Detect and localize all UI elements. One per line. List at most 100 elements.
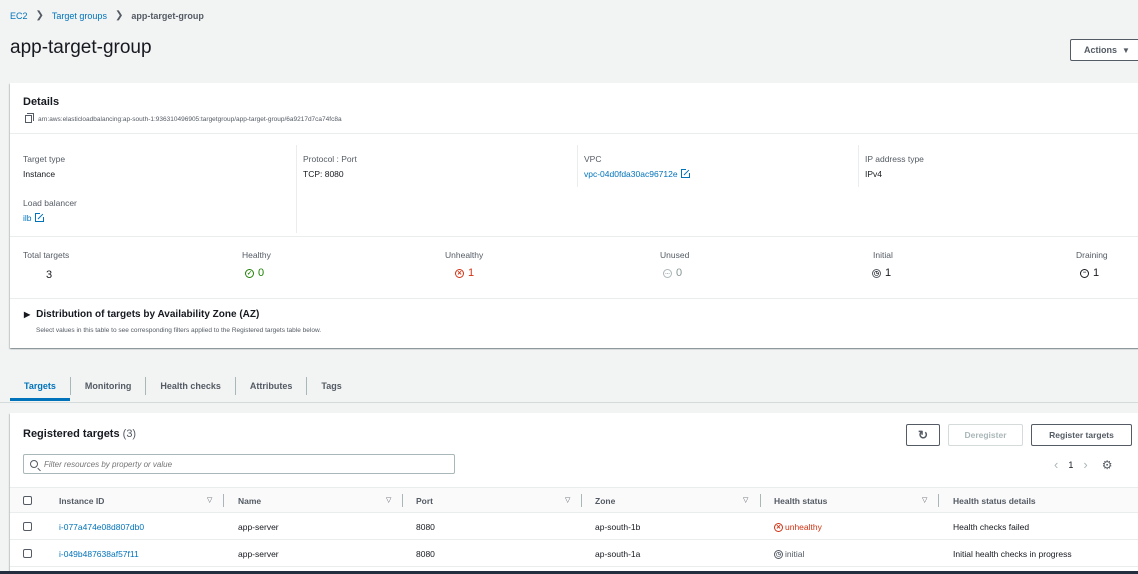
col-health-status[interactable]: Health status <box>774 496 827 506</box>
search-box <box>23 454 455 474</box>
external-link-icon <box>680 168 691 178</box>
col-health-status-details[interactable]: Health status details <box>953 496 1036 506</box>
divider <box>296 145 297 233</box>
gear-icon[interactable]: ⚙ <box>1102 458 1113 472</box>
initial-count: 1 <box>885 267 892 279</box>
healthy-label: Healthy <box>242 250 271 260</box>
actions-label: Actions <box>1084 45 1118 55</box>
row-checkbox[interactable] <box>23 522 32 531</box>
protocol-value: TCP: 8080 <box>303 169 344 179</box>
vpc-id[interactable]: vpc-04d0fda30ac96712e <box>584 169 678 179</box>
deregister-button[interactable]: Deregister <box>948 424 1023 446</box>
caret-down-icon: ▼ <box>1122 45 1130 55</box>
unused-count: 0 <box>676 267 683 279</box>
breadcrumb: EC2 ❯ Target groups ❯ app-target-group <box>10 10 204 21</box>
external-link-icon <box>34 212 45 222</box>
healthy-filter[interactable]: ✓ 0 <box>245 267 264 279</box>
sort-icon[interactable]: ▽ <box>207 496 212 504</box>
active-tab-indicator <box>10 398 70 401</box>
actions-button[interactable]: Actions ▼ <box>1070 39 1138 61</box>
table-row[interactable]: i-049b487638af57f11 app-server 8080 ap-s… <box>10 540 1138 567</box>
register-targets-button[interactable]: Register targets <box>1031 424 1132 446</box>
registered-targets-heading: Registered targets (3) <box>23 428 136 440</box>
initial-filter[interactable]: ◷ 1 <box>872 267 891 279</box>
page-title: app-target-group <box>10 37 152 58</box>
sort-icon[interactable]: ▽ <box>565 496 570 504</box>
col-zone[interactable]: Zone <box>595 496 615 506</box>
divider <box>858 145 859 187</box>
copy-icon[interactable] <box>25 113 34 123</box>
check-circle-icon: ✓ <box>245 268 254 278</box>
tab-attributes[interactable]: Attributes <box>234 377 307 395</box>
col-instance-id[interactable]: Instance ID <box>59 496 104 506</box>
instance-name: app-server <box>238 549 279 559</box>
registered-targets-title: Registered targets <box>23 428 120 440</box>
vpc-label: VPC <box>584 154 602 164</box>
az-distribution-description: Select values in this table to see corre… <box>36 327 322 334</box>
column-resizer[interactable] <box>581 494 582 507</box>
unhealthy-filter[interactable]: ✕ 1 <box>455 267 474 279</box>
table-header: Instance ID ▽ Name ▽ Port ▽ Zone ▽ Healt… <box>10 487 1138 513</box>
sort-icon[interactable]: ▽ <box>743 496 748 504</box>
draining-filter[interactable]: − 1 <box>1080 267 1099 279</box>
instance-port: 8080 <box>416 549 435 559</box>
column-resizer[interactable] <box>938 494 939 507</box>
unhealthy-count: 1 <box>468 267 475 279</box>
previous-page-icon[interactable]: ‹ <box>1054 457 1058 472</box>
refresh-icon: ↻ <box>917 428 929 442</box>
col-port[interactable]: Port <box>416 496 433 506</box>
refresh-button[interactable]: ↻ <box>906 424 940 446</box>
ip-type-value: IPv4 <box>865 169 883 179</box>
unused-filter[interactable]: … 0 <box>663 267 682 279</box>
search-icon <box>30 460 38 468</box>
col-name[interactable]: Name <box>238 496 261 506</box>
divider <box>577 145 578 187</box>
breadcrumb-ec2-link[interactable]: EC2 <box>10 11 28 21</box>
az-distribution-title: Distribution of targets by Availability … <box>36 309 260 320</box>
search-input[interactable] <box>44 459 444 469</box>
vpc-link[interactable]: vpc-04d0fda30ac96712e <box>584 168 691 179</box>
unused-label: Unused <box>660 250 690 260</box>
total-count: 3 <box>46 269 53 281</box>
tab-monitoring[interactable]: Monitoring <box>69 377 146 395</box>
current-page[interactable]: 1 <box>1068 460 1073 470</box>
column-resizer[interactable] <box>223 494 224 507</box>
instance-id-link[interactable]: i-077a474e08d807db0 <box>59 522 144 532</box>
instance-zone: ap-south-1b <box>595 522 641 532</box>
instance-zone: ap-south-1a <box>595 549 641 559</box>
arn-row: arn:aws:elasticloadbalancing:ap-south-1:… <box>25 113 342 123</box>
target-type-value: Instance <box>23 169 56 179</box>
health-status-details: Initial health checks in progress <box>953 549 1072 559</box>
tab-targets[interactable]: Targets <box>10 377 70 395</box>
unhealthy-label: Unhealthy <box>445 250 484 260</box>
arn-value: arn:aws:elasticloadbalancing:ap-south-1:… <box>38 115 342 123</box>
health-status-details: Health checks failed <box>953 522 1030 532</box>
tab-bar-border <box>0 402 1138 403</box>
az-distribution-toggle[interactable]: ▶ Distribution of targets by Availabilit… <box>24 309 259 320</box>
tab-health-checks[interactable]: Health checks <box>145 377 235 395</box>
instance-port: 8080 <box>416 522 435 532</box>
instance-id-link[interactable]: i-049b487638af57f11 <box>59 549 139 559</box>
draining-label: Draining <box>1076 250 1108 260</box>
chevron-right-icon: ❯ <box>114 10 124 21</box>
breadcrumb-target-groups-link[interactable]: Target groups <box>52 11 107 21</box>
column-resizer[interactable] <box>402 494 403 507</box>
load-balancer-link[interactable]: ilb <box>23 212 45 223</box>
registered-targets-panel: Registered targets (3) ↻ Deregister Regi… <box>10 413 1138 574</box>
next-page-icon[interactable]: › <box>1083 457 1087 472</box>
sort-icon[interactable]: ▽ <box>922 496 927 504</box>
load-balancer-name[interactable]: ilb <box>23 213 32 223</box>
minus-circle-icon: − <box>1080 268 1089 278</box>
health-status: ◷ initial <box>774 549 804 559</box>
ip-type-label: IP address type <box>865 154 924 164</box>
tab-tags[interactable]: Tags <box>306 377 355 395</box>
clock-icon: ◷ <box>774 549 783 559</box>
total-targets-value: 3 <box>46 269 52 281</box>
sort-icon[interactable]: ▽ <box>386 496 391 504</box>
select-all-checkbox[interactable] <box>23 496 32 505</box>
target-type-label: Target type <box>23 154 66 164</box>
table-row[interactable]: i-077a474e08d807db0 app-server 8080 ap-s… <box>10 513 1138 540</box>
column-resizer[interactable] <box>760 494 761 507</box>
row-checkbox[interactable] <box>23 549 32 558</box>
health-status-text: unhealthy <box>785 522 822 532</box>
